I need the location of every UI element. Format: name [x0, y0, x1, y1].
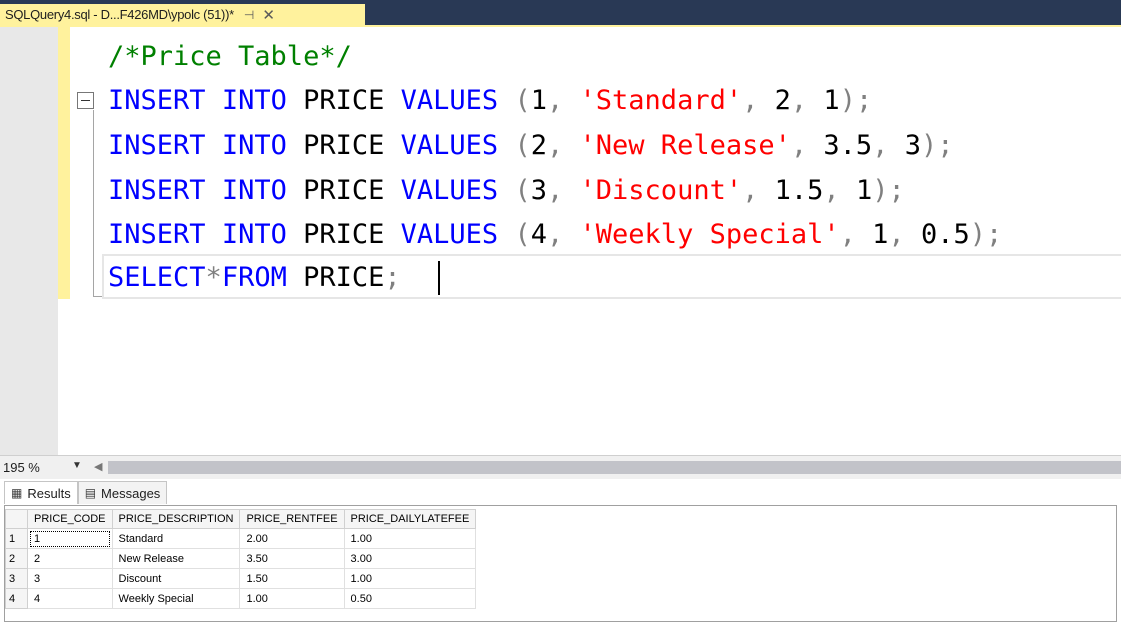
- horizontal-scrollbar[interactable]: [108, 461, 1121, 474]
- collapse-icon[interactable]: [77, 92, 94, 109]
- table-row: 2 2 New Release 3.50 3.00: [5, 548, 477, 569]
- column-header[interactable]: PRICE_RENTFEE: [239, 509, 345, 529]
- zoom-level[interactable]: 195 %: [3, 460, 40, 475]
- messages-icon: ▤: [84, 486, 97, 500]
- results-table: PRICE_CODE PRICE_DESCRIPTION PRICE_RENTF…: [5, 509, 477, 609]
- query-editor[interactable]: /*Price Table*/ INSERT INTO PRICE VALUES…: [0, 27, 1121, 455]
- grid-cell[interactable]: 0.50: [343, 588, 477, 609]
- fold-guide: [93, 110, 94, 297]
- grid-cell[interactable]: New Release: [111, 548, 241, 569]
- query-tab-title: SQLQuery4.sql - D...F426MD\ypolc (51))*: [5, 7, 234, 22]
- results-tabs: ▦ Results ▤ Messages: [0, 481, 168, 505]
- grid-cell[interactable]: 1.00: [343, 528, 477, 549]
- code-line-insert-1: INSERT INTO PRICE VALUES (1, 'Standard',…: [108, 85, 873, 116]
- code-line-insert-3: INSERT INTO PRICE VALUES (3, 'Discount',…: [108, 175, 905, 206]
- comment-text: /*Price Table*/: [108, 41, 352, 72]
- row-number[interactable]: 2: [5, 548, 28, 569]
- code-line-comment: /*Price Table*/: [108, 39, 352, 75]
- grid-cell[interactable]: 1.50: [239, 568, 345, 589]
- code-line-insert-2: INSERT INTO PRICE VALUES (2, 'New Releas…: [108, 130, 954, 161]
- grid-cell[interactable]: Weekly Special: [111, 588, 241, 609]
- table-row: 1 1 Standard 2.00 1.00: [5, 528, 477, 549]
- line-gutter: [0, 27, 58, 455]
- close-icon[interactable]: ✕: [262, 6, 275, 24]
- grid-cell[interactable]: 2: [27, 548, 113, 569]
- tab-results-label: Results: [27, 485, 71, 501]
- column-header[interactable]: PRICE_DAILYLATEFEE: [343, 509, 477, 529]
- zoom-bar: 195 % ▼ ◀: [0, 455, 1121, 479]
- grid-cell[interactable]: 3.50: [239, 548, 345, 569]
- header-row: PRICE_CODE PRICE_DESCRIPTION PRICE_RENTF…: [5, 509, 477, 529]
- grid-cell[interactable]: 1: [27, 528, 113, 549]
- change-tracking-bar: [58, 27, 70, 299]
- grid-cell[interactable]: 1.00: [239, 588, 345, 609]
- scroll-left-icon[interactable]: ◀: [94, 460, 102, 473]
- grid-cell[interactable]: Discount: [111, 568, 241, 589]
- grid-cell[interactable]: Standard: [111, 528, 241, 549]
- row-number[interactable]: 3: [5, 568, 28, 589]
- grid-cell[interactable]: 2.00: [239, 528, 345, 549]
- grid-cell[interactable]: 3.00: [343, 548, 477, 569]
- grid-cell[interactable]: 4: [27, 588, 113, 609]
- grid-cell[interactable]: 1.00: [343, 568, 477, 589]
- query-tab[interactable]: SQLQuery4.sql - D...F426MD\ypolc (51))* …: [0, 4, 365, 25]
- code-line-select: SELECT*FROM PRICE;: [108, 262, 401, 293]
- table-row: 4 4 Weekly Special 1.00 0.50: [5, 588, 477, 609]
- column-header[interactable]: PRICE_DESCRIPTION: [111, 509, 241, 529]
- grid-icon: ▦: [11, 486, 23, 500]
- column-header[interactable]: PRICE_CODE: [27, 509, 113, 529]
- tab-messages[interactable]: ▤ Messages: [77, 481, 168, 504]
- results-pane: ▦ Results ▤ Messages PRICE_CODE PRICE_DE…: [0, 479, 1121, 626]
- grid-cell[interactable]: 3: [27, 568, 113, 589]
- document-tab-strip: SQLQuery4.sql - D...F426MD\ypolc (51))* …: [0, 0, 1121, 25]
- row-number[interactable]: 4: [5, 588, 28, 609]
- tab-messages-label: Messages: [101, 485, 161, 501]
- results-grid: PRICE_CODE PRICE_DESCRIPTION PRICE_RENTF…: [4, 505, 1117, 622]
- text-caret: [438, 261, 440, 295]
- table-row: 3 3 Discount 1.50 1.00: [5, 568, 477, 589]
- chevron-down-icon[interactable]: ▼: [72, 460, 82, 471]
- row-header-corner[interactable]: [5, 509, 28, 529]
- code-line-insert-4: INSERT INTO PRICE VALUES (4, 'Weekly Spe…: [108, 219, 1003, 250]
- tab-results[interactable]: ▦ Results: [4, 481, 78, 504]
- row-number[interactable]: 1: [5, 528, 28, 549]
- pin-icon[interactable]: ⊣: [244, 8, 254, 22]
